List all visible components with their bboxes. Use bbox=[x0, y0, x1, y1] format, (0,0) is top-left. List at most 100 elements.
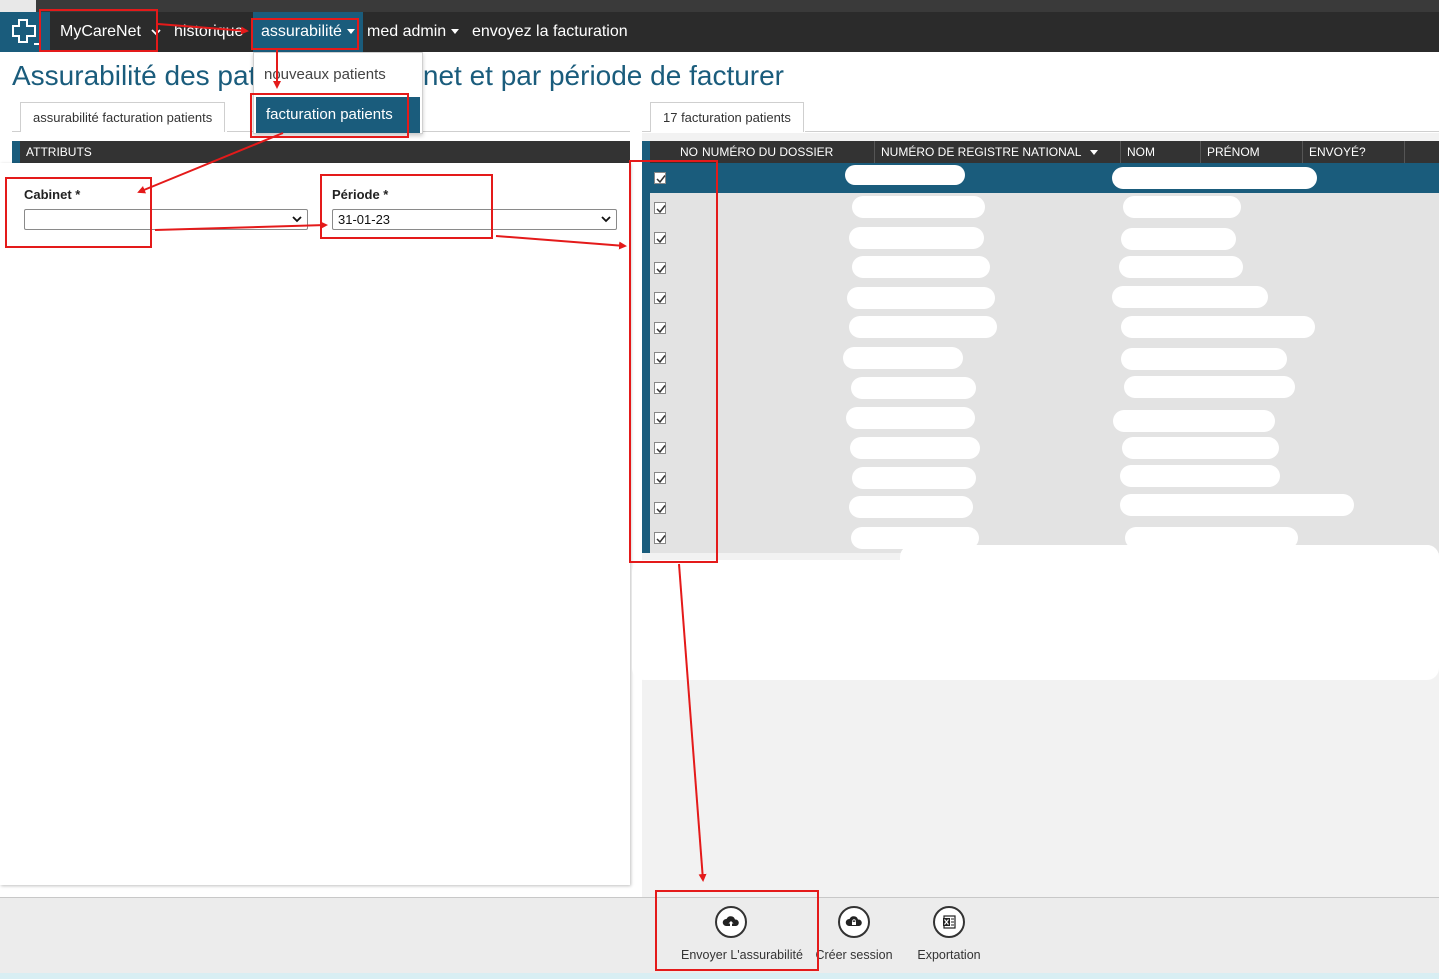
caret-down-icon bbox=[451, 29, 460, 35]
grid-header: NO NUMÉRO DU DOSSIER NUMÉRO DE REGISTRE … bbox=[642, 141, 1439, 163]
redaction-blob bbox=[852, 196, 985, 218]
caret-down-icon bbox=[346, 29, 355, 35]
redaction-blob bbox=[850, 437, 980, 459]
periode-label: Période * bbox=[332, 187, 389, 202]
row-indicator bbox=[642, 193, 650, 223]
creer-session-label: Créer session bbox=[815, 948, 893, 962]
col-registre-national[interactable]: NUMÉRO DE REGISTRE NATIONAL bbox=[874, 141, 1120, 163]
table-row[interactable] bbox=[642, 343, 1439, 373]
app-logo[interactable] bbox=[0, 12, 50, 52]
redaction-blob bbox=[1120, 465, 1280, 487]
exportation-button[interactable]: Exportation bbox=[899, 906, 999, 962]
nav-historique[interactable]: historique bbox=[174, 12, 243, 52]
table-row[interactable] bbox=[642, 253, 1439, 283]
exportation-label: Exportation bbox=[917, 948, 981, 962]
sort-caret-icon bbox=[1090, 150, 1099, 156]
nav-med-admin[interactable]: med admin bbox=[367, 12, 460, 52]
row-indicator bbox=[642, 493, 650, 523]
cabinet-label: Cabinet * bbox=[24, 187, 81, 202]
row-checkbox[interactable] bbox=[654, 262, 666, 274]
cabinet-select[interactable] bbox=[24, 209, 308, 230]
nav-assurabilite-label: assurabilité bbox=[261, 23, 342, 40]
row-indicator bbox=[642, 463, 650, 493]
menu-item-facturation-patients[interactable]: facturation patients bbox=[256, 97, 420, 133]
row-indicator bbox=[642, 523, 650, 553]
creer-session-button[interactable]: Créer session bbox=[804, 906, 904, 962]
assurabilite-dropdown: nouveaux patients facturation patients bbox=[253, 52, 423, 134]
redaction-blob bbox=[1121, 228, 1236, 250]
periode-select[interactable]: 31-01-23 bbox=[332, 209, 617, 230]
chevron-down-icon bbox=[292, 216, 302, 223]
row-checkbox[interactable] bbox=[654, 472, 666, 484]
row-indicator bbox=[642, 403, 650, 433]
row-checkbox[interactable] bbox=[654, 502, 666, 514]
redaction-blob bbox=[1120, 494, 1354, 516]
nav-assurabilite[interactable]: assurabilité bbox=[253, 12, 363, 52]
tab-underline bbox=[805, 131, 1439, 132]
redaction-blob bbox=[1119, 256, 1243, 278]
menu-item-nouveaux-patients[interactable]: nouveaux patients bbox=[254, 57, 422, 93]
row-checkbox[interactable] bbox=[654, 202, 666, 214]
col-nom[interactable]: NOM bbox=[1120, 141, 1200, 163]
redaction-blob bbox=[845, 165, 965, 185]
col-envoye[interactable]: ENVOYÉ? bbox=[1302, 141, 1404, 163]
envoyer-assurabilite-button[interactable]: Envoyer L'assurabilité bbox=[681, 906, 803, 962]
row-checkbox[interactable] bbox=[654, 232, 666, 244]
nav-historique-label: historique bbox=[174, 23, 244, 40]
row-indicator bbox=[642, 433, 650, 463]
table-row[interactable] bbox=[642, 193, 1439, 223]
table-row[interactable] bbox=[642, 403, 1439, 433]
table-row[interactable] bbox=[642, 223, 1439, 253]
excel-icon bbox=[933, 906, 965, 938]
nav-envoyez-facturation[interactable]: envoyez la facturation bbox=[472, 12, 628, 52]
bottom-toolbar: Envoyer L'assurabilité Créer session Exp… bbox=[0, 897, 1439, 973]
row-checkbox[interactable] bbox=[654, 532, 666, 544]
top-navbar: MyCareNet historique assurabilité med ad… bbox=[0, 12, 1439, 52]
row-checkbox[interactable] bbox=[654, 322, 666, 334]
redaction-blob bbox=[1112, 167, 1317, 189]
envoyer-label: Envoyer L'assurabilité bbox=[681, 948, 803, 962]
redaction-blob bbox=[849, 496, 973, 518]
col-numero-dossier[interactable]: NUMÉRO DU DOSSIER bbox=[696, 141, 874, 163]
tab-underline bbox=[642, 131, 650, 132]
redaction-blob bbox=[1112, 286, 1268, 308]
table-row[interactable] bbox=[642, 433, 1439, 463]
redaction-blob bbox=[1122, 437, 1279, 459]
redaction-blob bbox=[843, 347, 963, 369]
redaction-blob bbox=[852, 256, 990, 278]
row-checkbox[interactable] bbox=[654, 352, 666, 364]
row-indicator bbox=[642, 283, 650, 313]
row-checkbox[interactable] bbox=[654, 382, 666, 394]
row-checkbox[interactable] bbox=[654, 442, 666, 454]
redaction-blob bbox=[1100, 545, 1439, 605]
window-top-strip bbox=[0, 0, 1439, 12]
redaction-blob bbox=[846, 407, 975, 429]
col-prenom[interactable]: PRÉNOM bbox=[1200, 141, 1302, 163]
row-indicator bbox=[642, 373, 650, 403]
attributes-panel: Cabinet * Période * 31-01-23 bbox=[0, 163, 630, 885]
table-row[interactable] bbox=[642, 463, 1439, 493]
row-indicator bbox=[642, 313, 650, 343]
tab-assurabilite-facturation[interactable]: assurabilité facturation patients bbox=[20, 102, 226, 132]
redaction-blob bbox=[852, 467, 976, 489]
table-row[interactable] bbox=[642, 283, 1439, 313]
chevron-down-icon bbox=[151, 29, 161, 36]
nav-brand-label: MyCareNet bbox=[60, 23, 141, 40]
row-checkbox[interactable] bbox=[654, 172, 666, 184]
tab-facturation-patients[interactable]: 17 facturation patients bbox=[650, 102, 804, 132]
table-row[interactable] bbox=[642, 313, 1439, 343]
cloud-lock-icon bbox=[838, 906, 870, 938]
nav-brand-menu[interactable]: MyCareNet bbox=[50, 12, 169, 52]
nav-envoyez-label: envoyez la facturation bbox=[472, 23, 628, 40]
row-indicator bbox=[642, 223, 650, 253]
table-row[interactable] bbox=[642, 373, 1439, 403]
redaction-blob bbox=[1113, 410, 1275, 432]
row-checkbox[interactable] bbox=[654, 292, 666, 304]
status-strip bbox=[0, 973, 1439, 979]
row-checkbox[interactable] bbox=[654, 412, 666, 424]
row-indicator bbox=[642, 253, 650, 283]
table-row[interactable] bbox=[642, 163, 1439, 193]
nav-med-admin-label: med admin bbox=[367, 23, 447, 40]
col-registre-label: NUMÉRO DE REGISTRE NATIONAL bbox=[881, 145, 1082, 159]
tab-underline bbox=[12, 131, 20, 132]
